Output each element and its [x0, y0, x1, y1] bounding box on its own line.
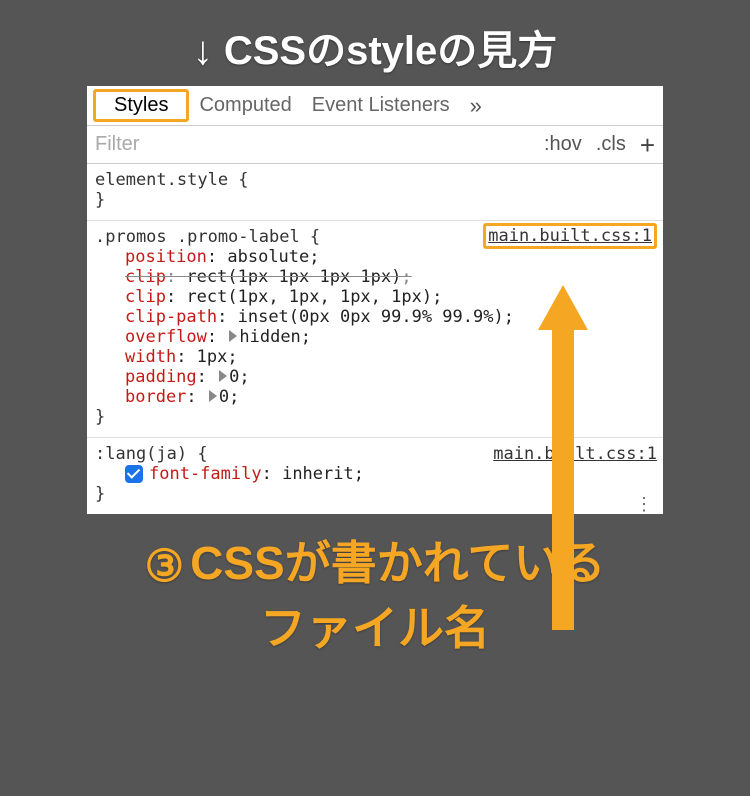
filter-row: Filter :hov .cls + [87, 126, 663, 164]
tabs-more-icon[interactable]: » [460, 93, 482, 119]
tab-computed[interactable]: Computed [189, 90, 301, 121]
brace-close: } [95, 484, 655, 504]
devtools-styles-panel: Styles Computed Event Listeners » Filter… [87, 86, 663, 514]
new-style-rule-button[interactable]: + [640, 132, 655, 158]
source-link-promos[interactable]: main.built.css:1 [483, 223, 657, 249]
step-number-3: ③ [145, 537, 184, 596]
expand-triangle-icon[interactable] [219, 370, 227, 382]
brace-close: } [95, 190, 655, 210]
expand-triangle-icon[interactable] [209, 390, 217, 402]
declaration[interactable]: padding: 0; [95, 367, 655, 387]
declaration[interactable]: clip: rect(1px, 1px, 1px, 1px); [95, 287, 655, 307]
filter-input[interactable]: Filter [95, 133, 139, 156]
declaration[interactable]: clip-path: inset(0px 0px 99.9% 99.9%); [95, 307, 655, 327]
declaration[interactable]: overflow: hidden; [95, 327, 655, 347]
rule-promos: main.built.css:1 .promos .promo-label { … [87, 221, 663, 438]
selector-element-style[interactable]: element.style { [95, 170, 655, 190]
brace-close: } [95, 407, 655, 427]
source-link-lang[interactable]: main.built.css:1 [493, 444, 657, 464]
rule-lang-ja: main.built.css:1 :lang(ja) { font-family… [87, 438, 663, 514]
devtools-tabs: Styles Computed Event Listeners » [87, 86, 663, 126]
declaration[interactable]: clip: rect(1px 1px 1px 1px); [95, 267, 655, 287]
checkbox-icon[interactable] [125, 465, 143, 483]
tab-styles-highlight: Styles [93, 89, 189, 122]
declaration[interactable]: width: 1px; [95, 347, 655, 367]
declaration[interactable]: border: 0; [95, 387, 655, 407]
tab-event-listeners[interactable]: Event Listeners [302, 90, 460, 121]
annotation-footer: ③CSSが書かれている ファイル名 [0, 532, 750, 659]
declaration-font-family[interactable]: font-family: inherit; [95, 464, 655, 484]
toggle-hov[interactable]: :hov [544, 133, 582, 156]
tab-styles[interactable]: Styles [104, 90, 178, 120]
toggle-cls[interactable]: .cls [596, 133, 626, 156]
kebab-menu-icon[interactable]: ⋮ [635, 501, 653, 508]
annotation-header: ↓ CSSのstyleの見方 [0, 0, 750, 86]
declaration[interactable]: position: absolute; [95, 247, 655, 267]
rule-element-style: element.style { } [87, 164, 663, 221]
expand-triangle-icon[interactable] [229, 330, 237, 342]
